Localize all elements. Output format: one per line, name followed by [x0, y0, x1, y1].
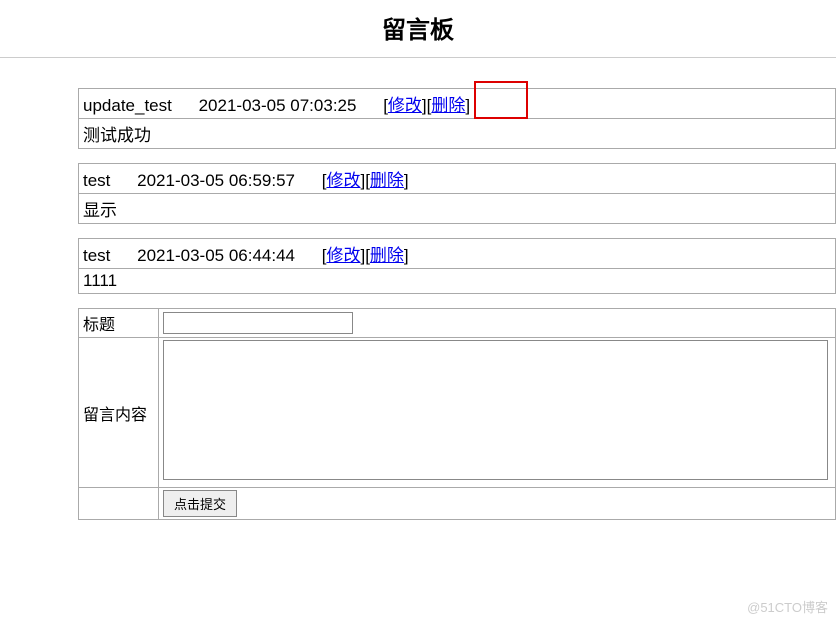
page-title: 留言板: [0, 10, 836, 45]
delete-link[interactable]: 删除: [370, 171, 404, 190]
edit-link[interactable]: 修改: [388, 96, 422, 115]
message-body: 显示: [79, 194, 836, 224]
message-body: 1111: [79, 269, 836, 294]
message-item: test 2021-03-05 06:44:44 [修改][删除] 1111: [78, 238, 836, 294]
message-datetime: 2021-03-05 06:59:57: [137, 171, 295, 191]
message-actions: [修改][删除]: [322, 166, 409, 191]
message-author: update_test: [83, 96, 172, 116]
form-title-label: 标题: [79, 309, 159, 338]
divider: [0, 57, 836, 58]
form-body-cell: [159, 338, 836, 488]
body-textarea[interactable]: [163, 340, 828, 480]
message-meta: update_test 2021-03-05 07:03:25 [修改][删除]: [79, 89, 836, 119]
highlight-box: [474, 81, 528, 119]
message-item: test 2021-03-05 06:59:57 [修改][删除] 显示: [78, 163, 836, 224]
message-actions: [修改][删除]: [322, 241, 409, 266]
message-meta: test 2021-03-05 06:44:44 [修改][删除]: [79, 239, 836, 269]
edit-link[interactable]: 修改: [326, 246, 360, 265]
message-meta: test 2021-03-05 06:59:57 [修改][删除]: [79, 164, 836, 194]
delete-link[interactable]: 删除: [370, 246, 404, 265]
message-author: test: [83, 246, 110, 266]
delete-link[interactable]: 删除: [431, 96, 465, 115]
form-submit-label-cell: [79, 488, 159, 520]
message-actions: [修改][删除]: [383, 91, 470, 116]
title-input[interactable]: [163, 312, 353, 334]
form-body-label: 留言内容: [79, 338, 159, 488]
new-message-form: 标题 留言内容 点击提交: [78, 308, 836, 520]
form-submit-cell: 点击提交: [159, 488, 836, 520]
content-area: update_test 2021-03-05 07:03:25 [修改][删除]…: [0, 88, 836, 520]
message-author: test: [83, 171, 110, 191]
message-datetime: 2021-03-05 06:44:44: [137, 246, 295, 266]
edit-link[interactable]: 修改: [326, 171, 360, 190]
message-item: update_test 2021-03-05 07:03:25 [修改][删除]…: [78, 88, 836, 149]
message-datetime: 2021-03-05 07:03:25: [199, 96, 357, 116]
watermark: @51CTO博客: [747, 597, 828, 616]
message-body: 测试成功: [79, 119, 836, 149]
form-title-cell: [159, 309, 836, 338]
submit-button[interactable]: 点击提交: [163, 490, 237, 517]
